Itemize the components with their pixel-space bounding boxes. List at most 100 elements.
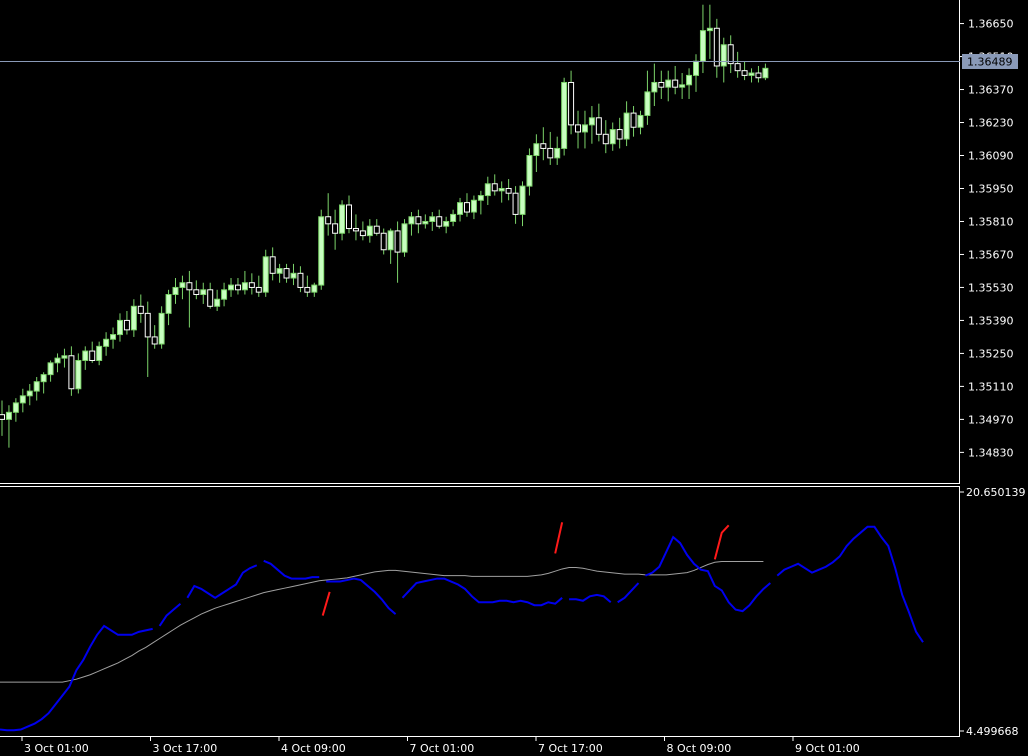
candle-body-up — [200, 289, 207, 296]
candle-body-up — [40, 374, 47, 383]
candle-body-down — [144, 312, 151, 338]
candle-body-up — [609, 129, 616, 145]
candle-body-up — [158, 312, 165, 345]
candle-body-up — [457, 202, 464, 215]
candle-body-up — [526, 155, 533, 187]
candle-body-down — [68, 355, 75, 390]
price-tick-label: 1.35950 — [968, 182, 1014, 195]
candle-body-up — [554, 147, 561, 159]
candle-body-down — [505, 187, 512, 194]
candle-body-down — [616, 129, 623, 140]
candle-body-up — [693, 60, 699, 76]
candle-body-up — [276, 268, 283, 274]
candle-body-up — [12, 402, 19, 413]
candle-body-up — [241, 282, 248, 291]
candle-body-down — [568, 81, 575, 126]
candle-body-down — [373, 225, 380, 234]
candle-body-down — [332, 223, 339, 234]
candle-body-up — [665, 79, 672, 88]
candle-body-up — [429, 216, 436, 222]
chart-canvas[interactable]: 1.366501.365101.363701.362301.360901.359… — [0, 0, 1028, 756]
candle-body-up — [651, 81, 658, 93]
candle-body-up — [290, 272, 297, 279]
time-tick-label: 7 Oct 17:00 — [538, 742, 603, 755]
candle-body-down — [123, 319, 130, 331]
price-tick-label: 1.36230 — [968, 117, 1014, 130]
candle-body-down — [491, 183, 498, 192]
price-tick-label: 1.36370 — [968, 84, 1014, 97]
price-tick-label: 1.35530 — [968, 281, 1014, 294]
candle-body-up — [214, 298, 221, 307]
price-tick-label: 1.34970 — [968, 413, 1014, 426]
candle-body-down — [346, 204, 352, 230]
candle-body-down — [630, 112, 637, 128]
current-price-label: 1.36489 — [967, 55, 1013, 68]
candle — [318, 209, 325, 290]
candle-body-down — [734, 63, 741, 72]
candle-body-up — [644, 91, 651, 116]
candle-body-up — [470, 199, 477, 213]
candle-body-down — [436, 216, 443, 227]
candle-body-down — [658, 81, 665, 88]
candle-body-up — [366, 225, 373, 237]
candle-body-down — [755, 72, 762, 79]
candle-body-up — [96, 345, 103, 361]
candle — [262, 249, 269, 297]
candle-body-down — [255, 286, 262, 293]
candle-body-up — [561, 81, 568, 149]
candle-body-up — [401, 223, 408, 253]
candle-body-up — [130, 305, 137, 331]
candle-body-up — [110, 334, 117, 340]
chart-background — [0, 0, 1028, 756]
candle-body-down — [713, 27, 720, 67]
indicator-tick-label: 4.499668 — [966, 725, 1019, 738]
candle-body-up — [116, 319, 123, 336]
time-tick-label: 9 Oct 01:00 — [795, 742, 860, 755]
candle-body-up — [179, 282, 186, 288]
candle-body-down — [207, 289, 214, 307]
candle-body-up — [228, 284, 235, 291]
candle-body-up — [686, 74, 693, 86]
candle-body-down — [352, 228, 359, 232]
candle-body-down — [137, 305, 144, 314]
candle-body-up — [533, 143, 540, 157]
candle-body-up — [26, 390, 33, 397]
price-tick-label: 1.35810 — [968, 215, 1014, 228]
candle-body-up — [318, 216, 325, 286]
candle-body-down — [89, 350, 96, 361]
candle-body-up — [706, 27, 713, 32]
price-tick-label: 1.35390 — [968, 314, 1014, 327]
candle-body-up — [311, 284, 318, 293]
candle-body-up — [165, 294, 172, 314]
candle-body-up — [484, 183, 491, 197]
candle-body-up — [588, 117, 595, 126]
candle-body-down — [304, 286, 311, 293]
time-tick-label: 7 Oct 01:00 — [410, 742, 475, 755]
candle-body-up — [339, 204, 346, 234]
candle-body-down — [602, 133, 609, 145]
candle-body-down — [325, 216, 332, 225]
candle — [561, 77, 568, 156]
candle-body-down — [394, 230, 401, 253]
candle-body-down — [283, 268, 290, 279]
candle-body-up — [443, 220, 450, 227]
time-tick-label: 3 Oct 01:00 — [24, 742, 89, 755]
candle-body-down — [186, 282, 193, 291]
candle-body-up — [748, 72, 755, 76]
candle-body-up — [82, 350, 89, 361]
price-tick-label: 1.36650 — [968, 18, 1014, 31]
candle-body-down — [0, 414, 5, 420]
candle-body-up — [47, 362, 54, 376]
candle-body-up — [262, 256, 269, 293]
candle-body-down — [547, 147, 554, 159]
candle-body-down — [741, 70, 748, 76]
candle-body-up — [75, 359, 82, 390]
candle-body-down — [269, 256, 276, 274]
price-tick-label: 1.36090 — [968, 150, 1014, 163]
candle-body-up — [422, 220, 429, 225]
candle-body-up — [679, 84, 686, 88]
candle-body-up — [221, 289, 228, 300]
candle-body-down — [727, 44, 734, 65]
candle-body-up — [623, 112, 630, 140]
candle-body-up — [19, 395, 26, 404]
